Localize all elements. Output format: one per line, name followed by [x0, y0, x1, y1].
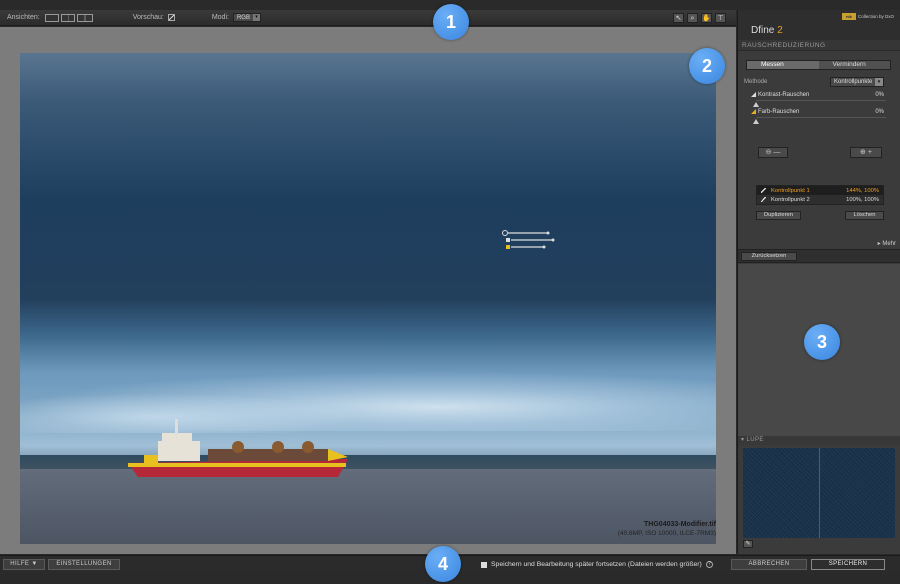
- brand-name: Dfine: [751, 25, 775, 36]
- add-control-point-plus-button[interactable]: ⊕ +: [850, 147, 882, 158]
- control-point-buttons: ⊖ — ⊕ +: [738, 147, 900, 173]
- save-later-option[interactable]: Speichern und Bearbeitung später fortset…: [481, 561, 713, 568]
- list-item[interactable]: Kontrollpunkt 1 144%, 100%: [757, 186, 883, 195]
- mode-select[interactable]: RGB ▾: [232, 13, 261, 22]
- method-label: Methode: [744, 79, 768, 85]
- tool-icons: ↖ ⌕ ✋ ⊤: [673, 13, 726, 23]
- control-point-value: 144%, 100%: [846, 187, 879, 194]
- reset-area: Zurücksetzen: [738, 249, 900, 263]
- chevron-down-icon: ▾: [875, 78, 883, 86]
- duplicate-button[interactable]: Duplizieren: [756, 211, 801, 220]
- slider-track[interactable]: [756, 100, 886, 101]
- side-by-side-view-button[interactable]: [76, 13, 93, 22]
- shoreline: [20, 455, 716, 469]
- callout-3: 3: [804, 324, 840, 360]
- split-view-button[interactable]: [60, 13, 75, 22]
- contrast-icon: [751, 92, 756, 97]
- control-point-name: Kontrollpunkt 2: [771, 196, 810, 203]
- file-meta: (40.6MP, ISO 10000, ILCE-7RM3): [617, 530, 716, 537]
- image-canvas[interactable]: THG04033-Modifier.tif (40.6MP, ISO 10000…: [0, 27, 736, 554]
- loupe-preview[interactable]: [743, 448, 895, 538]
- slider-track[interactable]: [756, 117, 886, 118]
- control-point-list: Kontrollpunkt 1 144%, 100% Kontrollpunkt…: [756, 185, 884, 205]
- tab-vermindern[interactable]: Vermindern: [818, 61, 890, 69]
- section-title: RAUSCHREDUZIERUNG: [738, 40, 900, 51]
- info-icon[interactable]: ?: [705, 561, 713, 568]
- control-point-widget[interactable]: [502, 229, 562, 253]
- view-mode-group: [44, 13, 93, 22]
- contrast-noise-label: Kontrast-Rauschen: [758, 92, 810, 98]
- right-panel: Dfine 2 nik Collection by DxO RAUSCHREDU…: [737, 10, 900, 554]
- chevron-down-icon: ▾: [252, 14, 260, 21]
- callout-2: 2: [689, 48, 725, 84]
- file-caption: THG04033-Modifier.tif (40.6MP, ISO 10000…: [618, 520, 716, 538]
- color-icon: [751, 109, 756, 114]
- callout-1: 1: [433, 4, 469, 40]
- control-point-name: Kontrollpunkt 1: [771, 187, 810, 194]
- zoom-tool-icon[interactable]: ⌕: [687, 13, 698, 23]
- mode-value: RGB: [236, 14, 250, 21]
- panel-header: Dfine 2 nik Collection by DxO: [738, 10, 900, 40]
- save-button[interactable]: SPEICHERN: [811, 559, 885, 570]
- checkbox-icon[interactable]: [761, 188, 766, 193]
- color-noise-label: Farb-Rauschen: [758, 109, 800, 115]
- nik-collection-badge: nik Collection by DxO: [841, 13, 894, 20]
- add-control-point-minus-button[interactable]: ⊖ —: [758, 147, 788, 158]
- color-noise-slider[interactable]: Farb-Rauschen 0%: [738, 107, 900, 127]
- top-toolbar: Ansichten: Vorschau: Modi: RGB ▾ ↖ ⌕ ✋ ⊤: [0, 10, 736, 26]
- hand-tool-icon[interactable]: ✋: [701, 13, 712, 23]
- method-value: Kontrollpunkte: [834, 79, 873, 85]
- tab-messen[interactable]: Messen: [747, 61, 819, 69]
- callout-4: 4: [425, 546, 461, 582]
- settings-button[interactable]: EINSTELLUNGEN: [48, 559, 120, 570]
- collection-label: Collection by DxO: [857, 14, 894, 19]
- brand-version: 2: [777, 25, 783, 36]
- contrast-noise-value: 0%: [875, 92, 884, 98]
- mode-label: Modi:: [211, 14, 229, 21]
- list-item[interactable]: Kontrollpunkt 2 100%, 100%: [757, 195, 883, 204]
- nik-logo-icon: nik: [841, 13, 856, 20]
- more-toggle[interactable]: ▸ Mehr: [878, 240, 896, 247]
- brand-title: Dfine 2: [751, 25, 783, 36]
- slider-thumb[interactable]: [753, 119, 759, 124]
- help-button[interactable]: HILFE ▼: [3, 559, 45, 570]
- loupe-split-line: [819, 448, 820, 538]
- save-later-checkbox[interactable]: [481, 561, 487, 568]
- pointer-tool-icon[interactable]: ↖: [673, 13, 684, 23]
- control-point-actions: Duplizieren Löschen: [738, 209, 900, 223]
- checkbox-icon[interactable]: [761, 197, 766, 202]
- views-label: Ansichten:: [7, 14, 40, 21]
- pin-icon[interactable]: ✎: [743, 540, 753, 548]
- water: [20, 469, 716, 544]
- method-row: Methode Kontrollpunkte ▾: [738, 76, 900, 88]
- method-select[interactable]: Kontrollpunkte ▾: [830, 77, 884, 87]
- single-view-button[interactable]: [44, 13, 59, 22]
- control-point-value: 100%, 100%: [846, 196, 879, 203]
- reset-button[interactable]: Zurücksetzen: [741, 252, 797, 261]
- preview-label: Vorschau:: [132, 14, 164, 21]
- color-noise-value: 0%: [875, 109, 884, 115]
- photo[interactable]: [20, 53, 716, 544]
- delete-button[interactable]: Löschen: [845, 211, 884, 220]
- preview-checkbox[interactable]: [167, 14, 175, 21]
- cancel-button[interactable]: ABBRECHEN: [731, 559, 807, 570]
- loupe-title[interactable]: ▾ LUPE: [738, 436, 900, 445]
- save-later-label: Speichern und Bearbeitung später fortset…: [491, 561, 702, 568]
- color-picker-tool-icon[interactable]: ⊤: [715, 13, 726, 23]
- mode-tabs: Messen Vermindern: [746, 60, 891, 70]
- ship-image: [128, 419, 348, 477]
- file-name: THG04033-Modifier.tif: [644, 521, 716, 528]
